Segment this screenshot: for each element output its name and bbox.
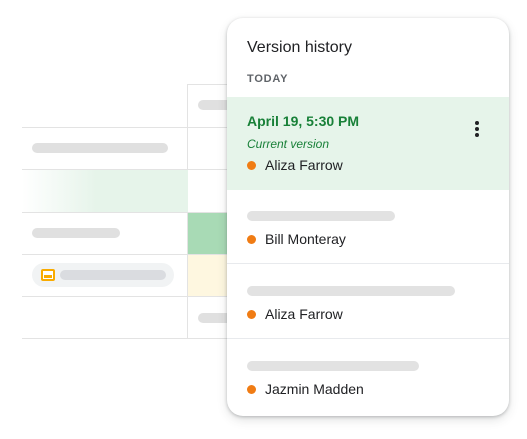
version-timestamp-placeholder xyxy=(247,286,455,296)
cell-placeholder xyxy=(32,143,168,153)
version-timestamp-placeholder xyxy=(247,211,395,221)
author-name: Jazmin Madden xyxy=(265,381,364,397)
slides-icon xyxy=(41,269,55,281)
author-color-dot xyxy=(247,384,256,394)
version-history-panel: Version history TODAY April 19, 5:30 PM … xyxy=(227,18,509,416)
version-item[interactable]: Aliza Farrow xyxy=(227,265,509,339)
author-name: Bill Monteray xyxy=(265,231,346,247)
chip-label-placeholder xyxy=(60,270,166,280)
grid-line xyxy=(22,296,248,297)
more-vert-icon[interactable] xyxy=(463,117,491,141)
grid-line xyxy=(22,127,248,128)
version-author: Jazmin Madden xyxy=(247,381,364,397)
author-color-dot xyxy=(247,234,256,244)
version-timestamp: April 19, 5:30 PM xyxy=(247,113,360,129)
author-name: Aliza Farrow xyxy=(265,157,343,173)
author-color-dot xyxy=(247,309,256,319)
version-item[interactable]: Jazmin Madden xyxy=(227,340,509,414)
cell-placeholder xyxy=(32,228,120,238)
panel-title: Version history xyxy=(247,39,352,56)
version-author: Aliza Farrow xyxy=(247,306,343,322)
divider xyxy=(227,338,509,339)
version-author: Bill Monteray xyxy=(247,231,346,247)
version-author: Aliza Farrow xyxy=(247,157,343,173)
author-color-dot xyxy=(247,160,256,170)
section-label-today: TODAY xyxy=(247,73,289,85)
version-timestamp-placeholder xyxy=(247,361,419,371)
author-name: Aliza Farrow xyxy=(265,306,343,322)
smart-chip[interactable] xyxy=(32,263,174,287)
current-version-label: Current version xyxy=(247,137,330,151)
divider xyxy=(227,263,509,264)
highlighted-row xyxy=(22,170,188,212)
version-item-current[interactable]: April 19, 5:30 PM Current version Aliza … xyxy=(227,97,509,190)
grid-line xyxy=(22,338,248,339)
version-item[interactable]: Bill Monteray xyxy=(227,190,509,264)
